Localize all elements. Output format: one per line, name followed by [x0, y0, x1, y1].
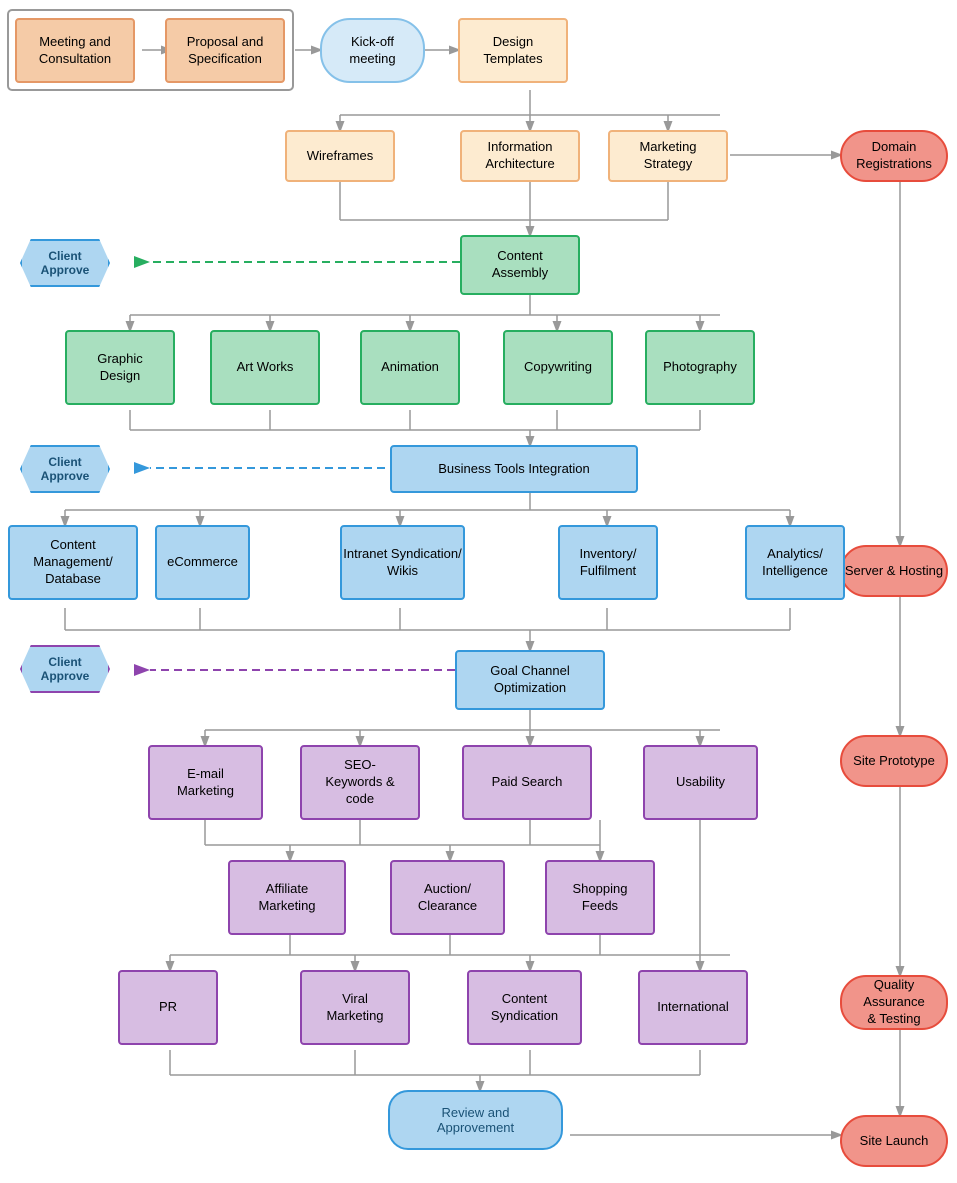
- email-marketing-node: E-mailMarketing: [148, 745, 263, 820]
- business-tools-node: Business Tools Integration: [390, 445, 638, 493]
- client-approve-3-hex: ClientApprove: [20, 645, 110, 693]
- viral-marketing-node: ViralMarketing: [300, 970, 410, 1045]
- goal-channel-node: Goal ChannelOptimization: [455, 650, 605, 710]
- intranet-node: Intranet Syndication/Wikis: [340, 525, 465, 600]
- graphic-design-node: GraphicDesign: [65, 330, 175, 405]
- kickoff-node: Kick-offmeeting: [320, 18, 425, 83]
- usability-node: Usability: [643, 745, 758, 820]
- marketing-strategy-node: MarketingStrategy: [608, 130, 728, 182]
- inventory-node: Inventory/Fulfilment: [558, 525, 658, 600]
- ecommerce-node: eCommerce: [155, 525, 250, 600]
- flowchart-diagram: Meeting andConsultation Proposal andSpec…: [0, 0, 957, 1183]
- analytics-node: Analytics/Intelligence: [745, 525, 845, 600]
- qa-test-node: Quality Assurance& Testing: [840, 975, 948, 1030]
- design-templates-node: DesignTemplates: [458, 18, 568, 83]
- client-approve-1-container: ClientApprove: [15, 237, 115, 289]
- content-mgmt-node: Content Management/Database: [8, 525, 138, 600]
- paid-search-node: Paid Search: [462, 745, 592, 820]
- seo-keywords-node: SEO-Keywords &code: [300, 745, 420, 820]
- client-approve-2-container: ClientApprove: [15, 443, 115, 495]
- affiliate-marketing-node: AffiliateMarketing: [228, 860, 346, 935]
- photography-node: Photography: [645, 330, 755, 405]
- site-prototype-node: Site Prototype: [840, 735, 948, 787]
- international-node: International: [638, 970, 748, 1045]
- review-node: Review andApprovement: [388, 1090, 563, 1150]
- animation-node: Animation: [360, 330, 460, 405]
- client-approve-1-hex: ClientApprove: [20, 239, 110, 287]
- pr-node: PR: [118, 970, 218, 1045]
- content-assembly-node: ContentAssembly: [460, 235, 580, 295]
- client-approve-2-hex: ClientApprove: [20, 445, 110, 493]
- wireframes-node: Wireframes: [285, 130, 395, 182]
- site-launch-node: Site Launch: [840, 1115, 948, 1167]
- art-works-node: Art Works: [210, 330, 320, 405]
- domain-reg-node: DomainRegistrations: [840, 130, 948, 182]
- copywriting-node: Copywriting: [503, 330, 613, 405]
- content-syndication-node: ContentSyndication: [467, 970, 582, 1045]
- server-hosting-node: Server & Hosting: [840, 545, 948, 597]
- info-arch-node: InformationArchitecture: [460, 130, 580, 182]
- proposal-node: Proposal andSpecification: [165, 18, 285, 83]
- meeting-node: Meeting andConsultation: [15, 18, 135, 83]
- auction-clearance-node: Auction/Clearance: [390, 860, 505, 935]
- shopping-feeds-node: ShoppingFeeds: [545, 860, 655, 935]
- client-approve-3-container: ClientApprove: [15, 643, 115, 695]
